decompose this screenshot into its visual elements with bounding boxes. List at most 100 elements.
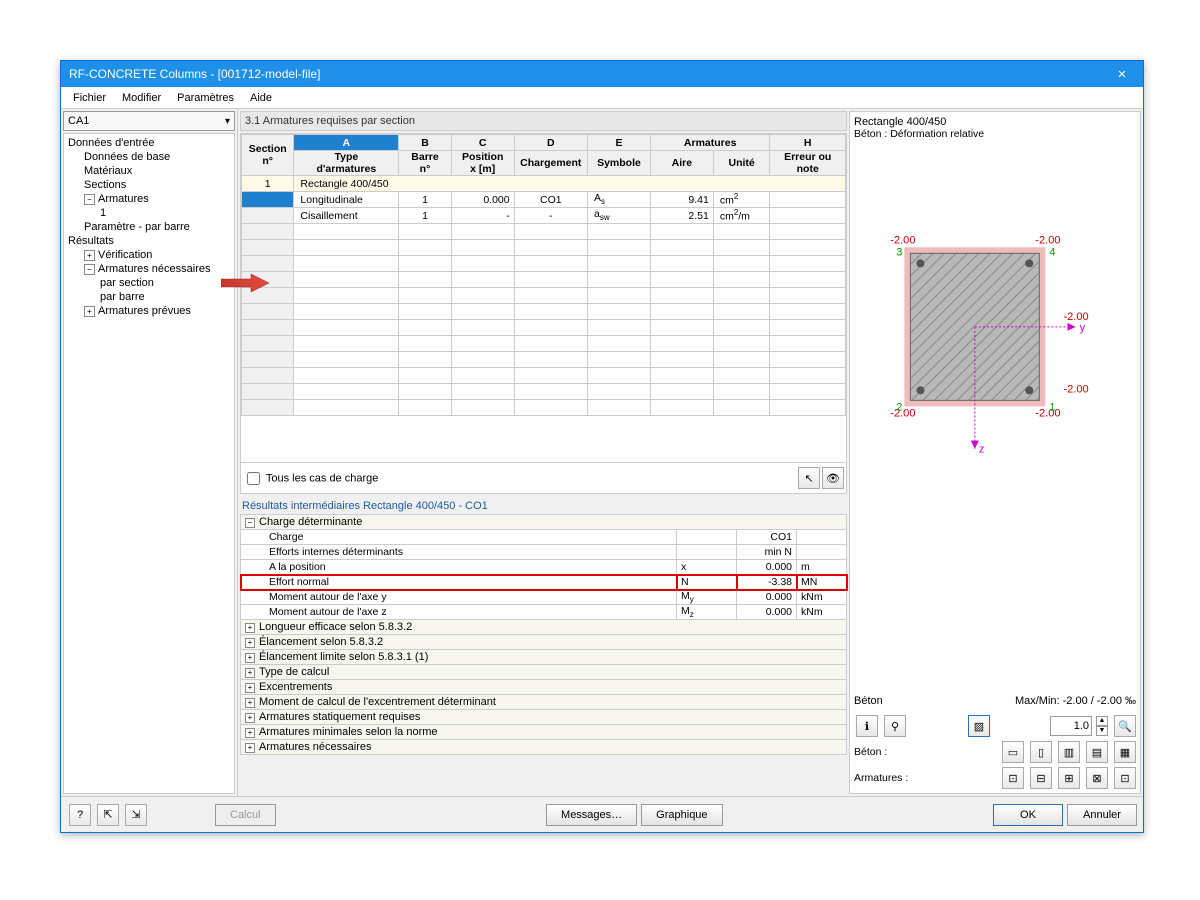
hdr-aire: Aire — [650, 151, 713, 176]
tool-rows: ℹ ⚲ ▨ ▲ ▼ 🔍 Béton : ▭ ▯ — [854, 711, 1136, 789]
menu-fichier[interactable]: Fichier — [65, 89, 114, 107]
arm-view-5[interactable]: ⊡ — [1114, 767, 1136, 789]
int-group-arm-nec[interactable]: +Armatures nécessaires — [241, 740, 847, 755]
tree-materiaux[interactable]: Matériaux — [64, 164, 234, 178]
close-button[interactable]: ✕ — [1109, 61, 1135, 87]
menu-aide[interactable]: Aide — [242, 89, 280, 107]
col-FG[interactable]: Armatures — [650, 135, 770, 151]
int-group-excentrements[interactable]: +Excentrements — [241, 680, 847, 695]
beton-view-3[interactable]: ▥ — [1058, 741, 1080, 763]
messages-button[interactable]: Messages… — [546, 804, 637, 826]
collapse-icon[interactable]: − — [84, 194, 95, 205]
int-group-elancement-limite[interactable]: +Élancement limite selon 5.8.3.1 (1) — [241, 650, 847, 665]
arm-view-3[interactable]: ⊞ — [1058, 767, 1080, 789]
row-label: Moment autour de l'axe y — [241, 590, 677, 605]
row-label: Effort normal — [241, 575, 677, 590]
row-sym: Mz — [677, 605, 737, 620]
tree-sections[interactable]: Sections — [64, 178, 234, 192]
expand-icon[interactable]: + — [245, 728, 255, 738]
beton-view-1[interactable]: ▭ — [1002, 741, 1024, 763]
int-group-type-calcul[interactable]: +Type de calcul — [241, 665, 847, 680]
col-B[interactable]: B — [399, 135, 451, 151]
col-E[interactable]: E — [588, 135, 651, 151]
int-group-elancement[interactable]: +Élancement selon 5.8.3.2 — [241, 635, 847, 650]
results-grid[interactable]: Sectionn° A B C D E Armatures H Typed'ar… — [241, 134, 846, 416]
int-row-moment-z[interactable]: Moment autour de l'axe zMz0.000kNm — [241, 605, 847, 620]
cell-barre: 1 — [399, 208, 451, 224]
arm-view-2[interactable]: ⊟ — [1030, 767, 1052, 789]
expand-icon[interactable]: + — [245, 743, 255, 753]
tree-verification[interactable]: +Vérification — [64, 248, 234, 262]
int-group-charge[interactable]: −Charge déterminante — [241, 515, 847, 530]
pick-button[interactable]: ↖ — [798, 467, 820, 489]
tree-armatures-label: Armatures — [98, 193, 149, 205]
beton-view-2[interactable]: ▯ — [1030, 741, 1052, 763]
menu-parametres[interactable]: Paramètres — [169, 89, 242, 107]
visibility-button[interactable]: 👁 — [822, 467, 844, 489]
col-C[interactable]: C — [451, 135, 514, 151]
arm-view-4[interactable]: ⊠ — [1086, 767, 1108, 789]
tree-par-barre[interactable]: par barre — [64, 290, 234, 304]
tree-armatures-1[interactable]: 1 — [64, 206, 234, 220]
case-select[interactable]: CA1 — [63, 111, 235, 131]
beton-view-5[interactable]: ▦ — [1114, 741, 1136, 763]
beton-view-4[interactable]: ▤ — [1086, 741, 1108, 763]
grid-section-row[interactable]: 1Rectangle 400/450 — [242, 176, 846, 192]
grid-row-longitudinal[interactable]: Longitudinale 1 0.000 CO1 As 9.41 cm2 — [242, 192, 846, 208]
hatch-mode-button[interactable]: ▨ — [968, 715, 990, 737]
zoom-button[interactable]: 🔍 — [1114, 715, 1136, 737]
expand-icon[interactable]: + — [245, 653, 255, 663]
ok-button[interactable]: OK — [993, 804, 1063, 826]
scale-spinner[interactable] — [1050, 716, 1092, 736]
grid-row-cisaillement[interactable]: Cisaillement 1 - - asw 2.51 cm2/m — [242, 208, 846, 224]
tree-armatures[interactable]: −Armatures — [64, 192, 234, 206]
checkbox-all-cases[interactable]: Tous les cas de charge — [243, 469, 378, 488]
spinner-down[interactable]: ▼ — [1096, 726, 1108, 736]
int-row-position[interactable]: A la positionx0.000m — [241, 560, 847, 575]
export-button[interactable]: ⇱ — [97, 804, 119, 826]
col-H[interactable]: H — [770, 135, 846, 151]
tree-parametre-barre[interactable]: Paramètre - par barre — [64, 220, 234, 234]
checkbox-input[interactable] — [247, 472, 260, 485]
collapse-icon[interactable]: − — [84, 264, 95, 275]
section-title: 3.1 Armatures requises par section — [240, 111, 847, 131]
intermediate-table[interactable]: −Charge déterminante ChargeCO1 Efforts i… — [240, 514, 847, 755]
menu-modifier[interactable]: Modifier — [114, 89, 169, 107]
int-row-efforts[interactable]: Efforts internes déterminantsmin N — [241, 545, 847, 560]
annuler-button[interactable]: Annuler — [1067, 804, 1137, 826]
expand-icon[interactable]: + — [245, 683, 255, 693]
spinner-up[interactable]: ▲ — [1096, 716, 1108, 726]
col-D[interactable]: D — [514, 135, 587, 151]
int-group-arm-stat[interactable]: +Armatures statiquement requises — [241, 710, 847, 725]
expand-icon[interactable]: + — [245, 713, 255, 723]
int-row-moment-y[interactable]: Moment autour de l'axe yMy0.000kNm — [241, 590, 847, 605]
graphique-button[interactable]: Graphique — [641, 804, 722, 826]
help-button[interactable]: ? — [69, 804, 91, 826]
arm-view-1[interactable]: ⊡ — [1002, 767, 1024, 789]
section-viewport[interactable]: -2.00 -2.00 -2.00 -2.00 -2.00 -2.00 3 4 … — [854, 144, 1136, 693]
import-button[interactable]: ⇲ — [125, 804, 147, 826]
calcul-button[interactable]: Calcul — [215, 804, 276, 826]
int-group-arm-min[interactable]: +Armatures minimales selon la norme — [241, 725, 847, 740]
expand-icon[interactable]: + — [245, 638, 255, 648]
collapse-icon[interactable]: − — [245, 518, 255, 528]
tree-armatures-necessaires[interactable]: −Armatures nécessaires — [64, 262, 234, 276]
int-row-effort-normal[interactable]: Effort normalN-3.38MN — [241, 575, 847, 590]
expand-icon[interactable]: + — [245, 623, 255, 633]
expand-icon[interactable]: + — [84, 306, 95, 317]
cell-charg: CO1 — [514, 192, 587, 208]
int-group-moment-calcul[interactable]: +Moment de calcul de l'excentrement déte… — [241, 695, 847, 710]
expand-icon[interactable]: + — [245, 668, 255, 678]
filter-button[interactable]: ⚲ — [884, 715, 906, 737]
int-row-charge[interactable]: ChargeCO1 — [241, 530, 847, 545]
tree-armatures-prevues[interactable]: +Armatures prévues — [64, 304, 234, 318]
expand-icon[interactable]: + — [84, 250, 95, 261]
window-title: RF-CONCRETE Columns - [001712-model-file… — [69, 67, 1109, 81]
info-button[interactable]: ℹ — [856, 715, 878, 737]
int-group-longueur[interactable]: +Longueur efficace selon 5.8.3.2 — [241, 620, 847, 635]
tree-donnees-base[interactable]: Données de base — [64, 150, 234, 164]
cell-aire: 9.41 — [650, 192, 713, 208]
col-A[interactable]: A — [294, 135, 399, 151]
expand-icon[interactable]: + — [245, 698, 255, 708]
tree-par-section[interactable]: par section — [64, 276, 234, 290]
